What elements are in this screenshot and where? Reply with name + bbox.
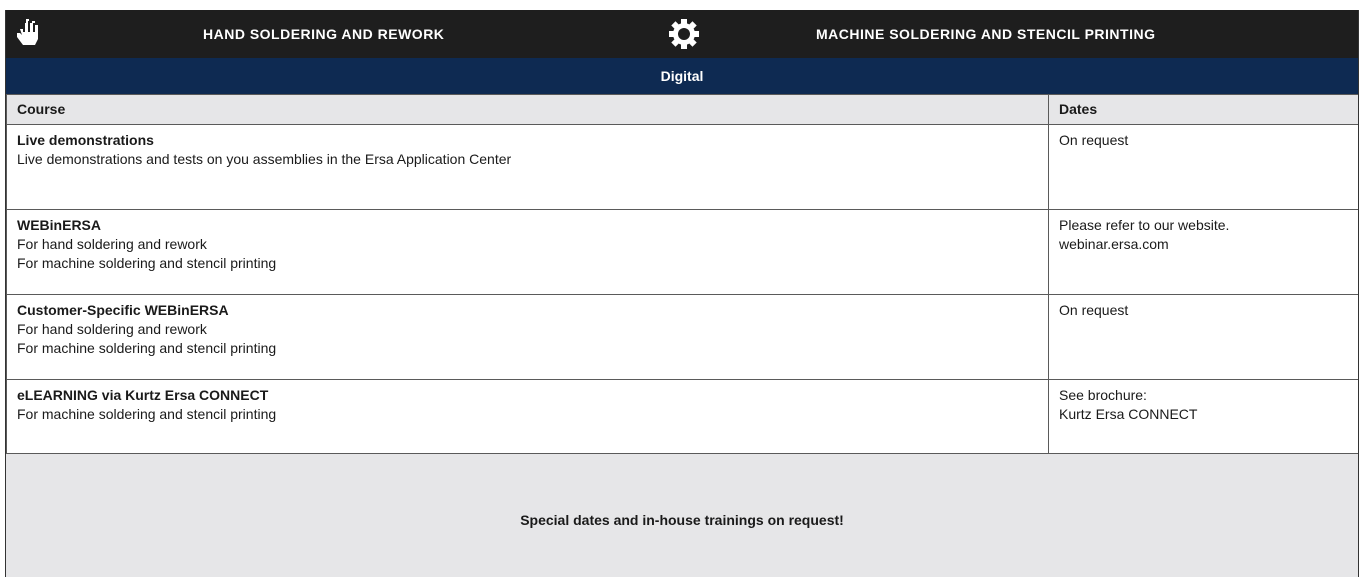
gear-icon <box>669 19 699 54</box>
course-description: For hand soldering and rework <box>17 236 207 252</box>
footer-note-text: Special dates and in-house trainings on … <box>520 512 844 528</box>
dates-text: Please refer to our website. <box>1059 217 1230 233</box>
dates-cell: On request <box>1048 124 1358 210</box>
table-row: Live demonstrations Live demonstrations … <box>6 124 1358 210</box>
course-cell: Live demonstrations Live demonstrations … <box>6 124 1049 210</box>
website-link[interactable]: webinar.ersa.com <box>1059 235 1350 254</box>
course-title: Customer-Specific WEBinERSA <box>17 302 229 318</box>
course-cell: Customer-Specific WEBinERSA For hand sol… <box>6 294 1049 380</box>
dates-text: On request <box>1059 302 1129 318</box>
dates-column-header: Dates <box>1048 94 1358 125</box>
table-row: Customer-Specific WEBinERSA For hand sol… <box>6 294 1358 380</box>
course-description: For machine soldering and stencil printi… <box>17 340 277 356</box>
category-header-bar: HAND SOLDERING AND REWORK MACHINE SOLDER… <box>6 10 1358 58</box>
course-description: For hand soldering and rework <box>17 321 207 337</box>
machine-soldering-title: MACHINE SOLDERING AND STENCIL PRINTING <box>816 26 1156 42</box>
course-description: Live demonstrations and tests on you ass… <box>17 151 512 167</box>
table-row: eLEARNING via Kurtz Ersa CONNECT For mac… <box>6 379 1358 465</box>
dates-cell: Please refer to our website. webinar.ers… <box>1048 209 1358 295</box>
course-cell: WEBinERSA For hand soldering and rework … <box>6 209 1049 295</box>
course-title: eLEARNING via Kurtz Ersa CONNECT <box>17 387 269 403</box>
dates-text: See brochure: <box>1059 387 1147 403</box>
hand-soldering-title: HAND SOLDERING AND REWORK <box>203 26 445 42</box>
dates-text: On request <box>1059 132 1129 148</box>
table-row: WEBinERSA For hand soldering and rework … <box>6 209 1358 295</box>
course-description: For machine soldering and stencil printi… <box>17 255 277 271</box>
course-table-frame: HAND SOLDERING AND REWORK MACHINE SOLDER… <box>5 10 1359 577</box>
course-cell: eLEARNING via Kurtz Ersa CONNECT For mac… <box>6 379 1049 465</box>
course-table: Course Dates Live demonstrations Live de… <box>6 94 1358 465</box>
course-column-header: Course <box>6 94 1049 125</box>
footer-note: Special dates and in-house trainings on … <box>6 453 1358 577</box>
dates-text: Kurtz Ersa CONNECT <box>1059 406 1198 422</box>
hand-icon <box>16 19 40 54</box>
course-description: For machine soldering and stencil printi… <box>17 406 277 422</box>
section-title: Digital <box>6 58 1358 94</box>
course-title: WEBinERSA <box>17 217 101 233</box>
dates-cell: On request <box>1048 294 1358 380</box>
dates-cell: See brochure: Kurtz Ersa CONNECT <box>1048 379 1358 465</box>
course-title: Live demonstrations <box>17 132 154 148</box>
table-header-row: Course Dates <box>6 94 1358 125</box>
